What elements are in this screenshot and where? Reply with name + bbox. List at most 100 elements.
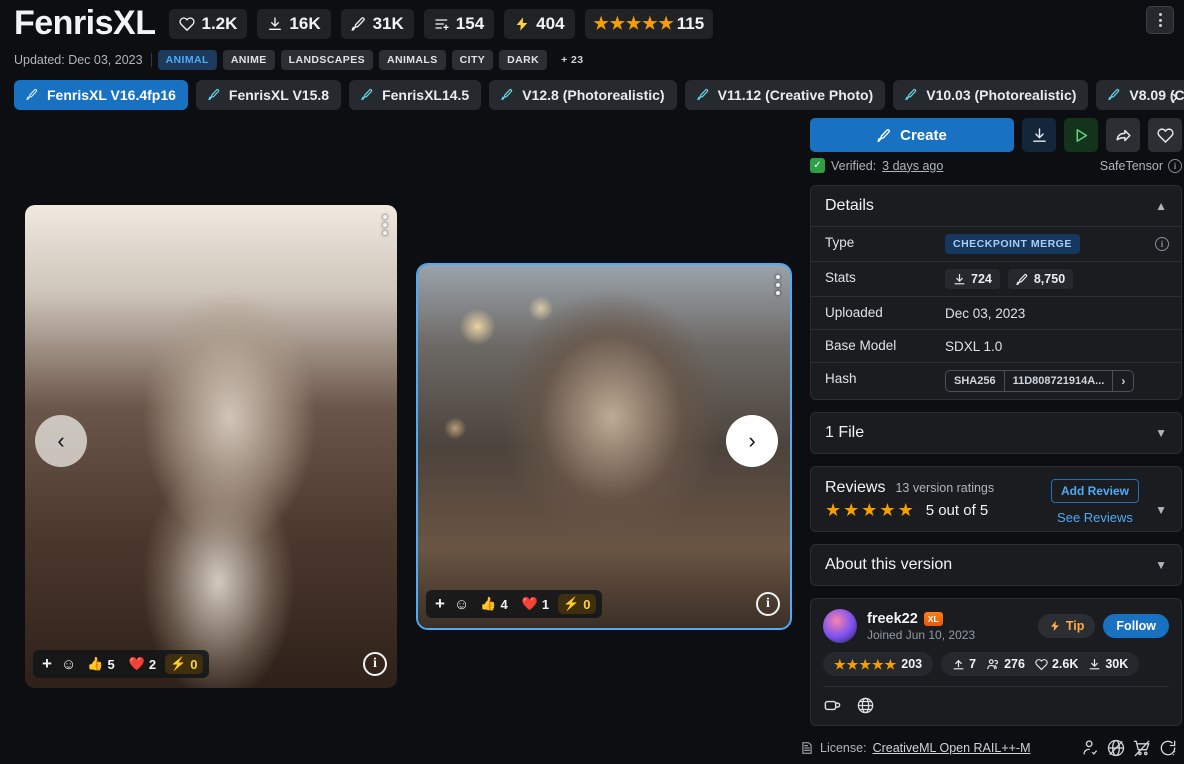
creator-stats: ★ ★ ★ ★ ★ 203 7 276 2.6K 30K <box>823 652 1169 676</box>
detail-row-base-model: Base Model SDXL 1.0 <box>811 329 1181 362</box>
version-tab-3[interactable]: V12.8 (Photorealistic) <box>489 79 677 110</box>
detail-label: Uploaded <box>825 305 883 320</box>
stat-downloads[interactable]: 724 <box>945 269 1000 289</box>
reaction-like[interactable]: 👍 4 <box>475 594 512 614</box>
chevron-down-icon[interactable]: ▼ <box>1155 503 1167 517</box>
stat-energy[interactable]: 404 <box>504 8 575 39</box>
image-menu-icon[interactable] <box>383 215 387 235</box>
stat-queue-value: 154 <box>455 13 485 33</box>
files-title: 1 File <box>825 424 865 441</box>
reaction-bolt[interactable]: ⚡ 0 <box>165 654 203 674</box>
chevron-down-icon[interactable]: ▼ <box>1155 558 1167 572</box>
model-detail-page: FenrisXL 1.2K 16K 31K 154 404 ★ ★ ★ ★ ★ … <box>0 0 1184 764</box>
tag-animal[interactable]: ANIMAL <box>157 49 217 70</box>
page-header: FenrisXL 1.2K 16K 31K 154 404 ★ ★ ★ ★ ★ … <box>0 0 1184 70</box>
image-gallery: + ☺ 👍5 ❤️2 ⚡0 i + ☺ 👍4 ❤️1 ⚡0 i ‹ <box>0 190 800 710</box>
star-icon: ★ <box>609 14 626 34</box>
chevron-down-icon[interactable]: ▼ <box>1155 426 1167 440</box>
emoji-icon[interactable]: ☺ <box>59 656 78 673</box>
follow-button[interactable]: Follow <box>1103 614 1169 638</box>
stat-downloads[interactable]: 16K <box>257 8 331 39</box>
star-icon: ★ <box>846 656 859 672</box>
tag-city[interactable]: CITY <box>451 49 494 70</box>
creator-rating[interactable]: ★ ★ ★ ★ ★ 203 <box>823 652 934 676</box>
brush-icon <box>1015 273 1029 286</box>
add-reaction-icon[interactable]: + <box>432 594 448 614</box>
run-model-button[interactable] <box>1064 118 1098 152</box>
share-button[interactable] <box>1106 118 1140 152</box>
no-commercial-use-icon <box>1106 738 1126 758</box>
stat-rating[interactable]: ★ ★ ★ ★ ★ 115 <box>584 8 714 39</box>
upload-icon <box>952 658 965 671</box>
tip-button[interactable]: Tip <box>1037 614 1096 638</box>
favorite-button[interactable] <box>1148 118 1182 152</box>
see-reviews-link[interactable]: See Reviews <box>1051 510 1139 525</box>
version-tab-0[interactable]: FenrisXL V16.4fp16 <box>14 79 188 110</box>
download-button[interactable] <box>1022 118 1056 152</box>
bolt-icon <box>1049 620 1061 632</box>
more-options-button[interactable] <box>1146 6 1174 34</box>
emoji-icon[interactable]: ☺ <box>452 596 471 613</box>
verified-label: Verified: <box>831 158 877 173</box>
image-info-icon[interactable]: i <box>756 592 780 616</box>
tag-anime[interactable]: ANIME <box>222 49 275 70</box>
gallery-prev-button[interactable]: ‹ <box>35 415 87 467</box>
files-panel: 1 File ▼ <box>810 412 1182 454</box>
tag-dark[interactable]: DARK <box>499 49 548 70</box>
versions-scroll-next-icon[interactable]: › <box>1168 84 1182 110</box>
details-panel-header[interactable]: Details ▲ <box>811 186 1181 226</box>
star-icon: ★ <box>642 14 658 34</box>
info-icon[interactable]: i <box>1155 237 1169 251</box>
queue-icon <box>434 16 450 32</box>
verified-row: ✓ Verified: 3 days ago SafeTensor i <box>810 158 1182 173</box>
reviews-score: 5 out of 5 <box>925 501 989 519</box>
detail-value: SDXL 1.0 <box>945 338 1003 354</box>
reaction-like[interactable]: 👍 5 <box>82 654 119 674</box>
stat-likes[interactable]: 1.2K <box>169 8 248 39</box>
avatar[interactable] <box>823 609 857 643</box>
verified-status: ✓ Verified: 3 days ago <box>810 158 943 173</box>
website-icon[interactable] <box>856 696 875 715</box>
version-tab-5[interactable]: V10.03 (Photorealistic) <box>893 79 1089 110</box>
version-tab-1[interactable]: FenrisXL V15.8 <box>195 79 342 110</box>
version-tab-2[interactable]: FenrisXL14.5 <box>349 79 482 110</box>
chevron-up-icon[interactable]: ▲ <box>1155 199 1167 213</box>
gallery-next-button[interactable]: › <box>726 415 778 467</box>
version-tab-4[interactable]: V11.12 (Creative Photo) <box>684 79 886 110</box>
reaction-heart[interactable]: ❤️ 2 <box>124 654 161 674</box>
about-panel-header[interactable]: About this version ▼ <box>811 545 1181 585</box>
image-menu-icon[interactable] <box>776 275 780 295</box>
tag-landscapes[interactable]: LANDSCAPES <box>280 49 373 70</box>
rating-stars: ★ ★ ★ ★ ★ <box>594 15 674 32</box>
safetensor-status: SafeTensor i <box>1100 158 1182 173</box>
hash-value[interactable]: 11D808721914A... <box>1003 371 1113 391</box>
tag-animals[interactable]: ANIMALS <box>379 49 446 70</box>
reaction-heart[interactable]: ❤️ 1 <box>517 594 554 614</box>
reaction-bar-2: + ☺ 👍 4 ❤️ 1 ⚡ 0 <box>426 590 602 618</box>
stat-queue[interactable]: 154 <box>423 8 495 39</box>
files-panel-header[interactable]: 1 File ▼ <box>811 413 1181 453</box>
creator-name[interactable]: freek22 <box>867 611 918 627</box>
no-selling-icon <box>1132 738 1152 758</box>
chevron-right-icon[interactable]: › <box>1112 371 1133 391</box>
brush-icon <box>696 88 710 101</box>
star-icon: ★ <box>879 500 896 520</box>
create-button[interactable]: Create <box>810 118 1014 152</box>
stat-rating-value: 115 <box>676 13 705 33</box>
tag-more[interactable]: + 23 <box>553 50 591 70</box>
detail-row-stats: Stats 724 8,750 <box>811 261 1181 296</box>
add-review-button[interactable]: Add Review <box>1050 479 1139 503</box>
image-info-icon[interactable]: i <box>363 652 387 676</box>
stat-generations[interactable]: 31K <box>340 8 414 39</box>
coffee-icon[interactable] <box>823 696 842 715</box>
add-reaction-icon[interactable]: + <box>39 654 55 674</box>
info-icon[interactable]: i <box>1168 158 1182 173</box>
tag-row: Updated: Dec 03, 2023 ANIMAL ANIME LANDS… <box>14 49 1170 70</box>
stat-generations[interactable]: 8,750 <box>1007 269 1074 289</box>
reaction-like-count: 5 <box>107 656 115 672</box>
dot <box>383 231 387 235</box>
reaction-bolt[interactable]: ⚡ 0 <box>558 594 596 614</box>
license-link[interactable]: CreativeML Open RAIL++-M <box>873 741 1031 755</box>
verified-time-link[interactable]: 3 days ago <box>882 159 943 173</box>
heart-icon <box>1156 127 1174 144</box>
